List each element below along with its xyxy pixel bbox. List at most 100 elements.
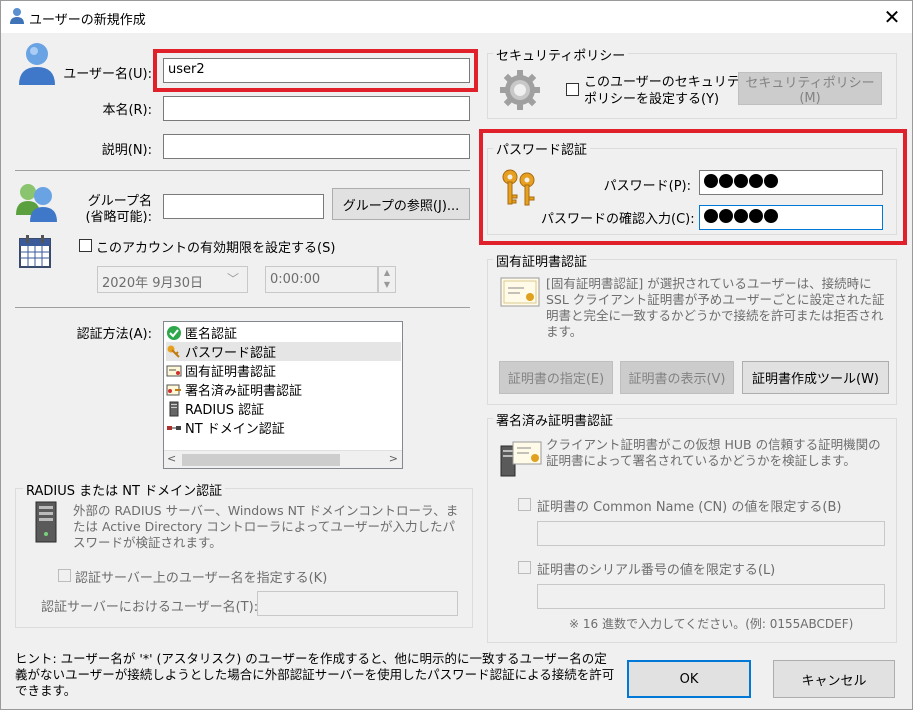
chevron-down-icon: ﹀ bbox=[226, 272, 239, 286]
new-user-dialog: ユーザーの新規作成 ✕ ユーザー名(U): user2 本名(R): 説明(N)… bbox=[0, 0, 913, 710]
certificate-icon bbox=[166, 363, 182, 379]
cn-input[interactable] bbox=[537, 521, 885, 546]
cn-checkbox-label: 証明書の Common Name (CN) の値を限定する(B) bbox=[537, 500, 842, 515]
expire-date-picker[interactable]: 2020年 9月30日 ﹀ bbox=[97, 266, 248, 293]
auth-item-label: 固有証明書認証 bbox=[185, 365, 277, 380]
radius-username-input[interactable] bbox=[257, 591, 458, 616]
signed-certificate-icon bbox=[166, 382, 182, 398]
certificate-group-title: 固有証明書認証 bbox=[493, 251, 591, 270]
expire-checkbox-label: このアカウントの有効期限を設定する(S) bbox=[96, 241, 336, 256]
password-mask bbox=[704, 173, 779, 192]
realname-input[interactable] bbox=[163, 96, 470, 121]
user-icon bbox=[17, 41, 57, 87]
signed-certificate-icon bbox=[499, 438, 543, 478]
list-item[interactable]: 匿名認証 bbox=[166, 323, 401, 342]
group-browse-button[interactable]: グループの参照(J)... bbox=[332, 188, 470, 220]
view-certificate-button[interactable]: 証明書の表示(V) bbox=[620, 361, 734, 394]
security-policy-button[interactable]: セキュリティポリシー(M) bbox=[738, 72, 882, 106]
list-item[interactable]: RADIUS 認証 bbox=[166, 399, 401, 418]
server-icon bbox=[33, 501, 59, 543]
auth-method-label: 認証方法(A): bbox=[76, 327, 152, 342]
auth-item-label: パスワード認証 bbox=[185, 346, 277, 361]
gear-icon bbox=[498, 68, 542, 112]
radius-description: 外部の RADIUS サーバー、Windows NT ドメインコントローラ、また… bbox=[73, 503, 459, 550]
security-policy-checkbox-label: このユーザーのセキュリティ ポリシーを設定する(Y) bbox=[584, 74, 752, 108]
password-dot bbox=[704, 173, 718, 188]
password-dot bbox=[749, 173, 763, 188]
radius-username-checkbox-label: 認証サーバー上のユーザー名を指定する(K) bbox=[75, 571, 328, 586]
cancel-button[interactable]: キャンセル bbox=[773, 660, 895, 698]
network-domain-icon bbox=[166, 420, 182, 436]
password-dot bbox=[719, 173, 733, 188]
scroll-left-icon[interactable]: < bbox=[167, 452, 176, 465]
security-policy-checkbox[interactable] bbox=[566, 83, 579, 96]
group-label-optional: (省略可能): bbox=[85, 210, 152, 225]
window-title: ユーザーの新規作成 bbox=[29, 13, 146, 28]
confirm-password-label: パスワードの確認入力(C): bbox=[541, 212, 695, 227]
list-item[interactable]: 固有証明書認証 bbox=[166, 361, 401, 380]
radius-username-label: 認証サーバーにおけるユーザー名(T): bbox=[41, 600, 259, 615]
horizontal-scrollbar[interactable]: < > bbox=[164, 450, 402, 468]
spin-up-icon[interactable]: ▲ bbox=[379, 267, 395, 279]
expire-time-input[interactable]: 0:00:00 bbox=[265, 266, 378, 293]
username-label: ユーザー名(U): bbox=[63, 67, 152, 82]
user-app-icon bbox=[9, 7, 25, 25]
key-icon bbox=[166, 344, 182, 360]
password-input[interactable] bbox=[699, 170, 883, 195]
password-dot bbox=[719, 208, 733, 223]
server-icon bbox=[166, 401, 182, 417]
serial-input[interactable] bbox=[537, 584, 885, 609]
check-circle-icon bbox=[166, 325, 182, 341]
password-dot bbox=[734, 173, 748, 188]
spin-down-icon[interactable]: ▼ bbox=[379, 279, 395, 291]
serial-checkbox-label: 証明書のシリアル番号の値を限定する(L) bbox=[537, 563, 776, 578]
certificate-tool-button[interactable]: 証明書作成ツール(W) bbox=[742, 361, 889, 394]
radius-username-checkbox[interactable] bbox=[58, 569, 71, 582]
auth-item-label: NT ドメイン認証 bbox=[185, 422, 285, 437]
note-input[interactable] bbox=[163, 134, 470, 159]
divider bbox=[15, 170, 470, 171]
signed-certificate-description: クライアント証明書がこの仮想 HUB の信頼する証明機関の証明書によって署名され… bbox=[546, 437, 881, 468]
list-item[interactable]: 署名済み証明書認証 bbox=[166, 380, 401, 399]
password-group-title: パスワード認証 bbox=[493, 139, 591, 158]
radius-group-title: RADIUS または NT ドメイン認証 bbox=[23, 480, 226, 499]
auth-item-label: RADIUS 認証 bbox=[185, 403, 265, 418]
security-checkbox-line2: ポリシーを設定する(Y) bbox=[584, 92, 720, 107]
confirm-password-mask bbox=[704, 208, 779, 227]
calendar-icon bbox=[17, 233, 55, 269]
divider bbox=[15, 307, 470, 308]
specify-certificate-button[interactable]: 証明書の指定(E) bbox=[499, 361, 613, 394]
auth-item-label: 匿名認証 bbox=[185, 327, 238, 342]
password-dot bbox=[764, 208, 778, 223]
certificate-icon bbox=[500, 277, 540, 307]
security-checkbox-line1: このユーザーのセキュリティ bbox=[584, 75, 752, 90]
ok-button[interactable]: OK bbox=[627, 660, 751, 698]
note-label: 説明(N): bbox=[101, 143, 152, 158]
expire-date-value: 2020年 9月30日 bbox=[102, 276, 204, 291]
confirm-password-input[interactable] bbox=[699, 205, 883, 230]
username-input[interactable]: user2 bbox=[163, 58, 470, 83]
scrollbar-thumb[interactable] bbox=[182, 454, 340, 466]
signed-certificate-title: 署名済み証明書認証 bbox=[493, 410, 617, 429]
group-input[interactable] bbox=[163, 194, 324, 219]
group-icon bbox=[15, 181, 59, 223]
list-item[interactable]: NT ドメイン認証 bbox=[166, 418, 401, 437]
cn-checkbox[interactable] bbox=[518, 498, 531, 511]
auth-method-list[interactable]: 匿名認証 パスワード認証 固有証明書認証 署名済み証明書認証 RADIUS 認証… bbox=[163, 321, 403, 469]
list-item[interactable]: パスワード認証 bbox=[166, 342, 401, 361]
password-dot bbox=[704, 208, 718, 223]
auth-item-label: 署名済み証明書認証 bbox=[185, 384, 303, 399]
close-button[interactable]: ✕ bbox=[877, 3, 907, 31]
expire-checkbox[interactable] bbox=[79, 239, 92, 252]
keys-icon bbox=[500, 167, 540, 209]
time-spinner[interactable]: ▲ ▼ bbox=[378, 266, 396, 293]
realname-label: 本名(R): bbox=[102, 103, 152, 118]
password-dot bbox=[764, 173, 778, 188]
scroll-right-icon[interactable]: > bbox=[389, 452, 398, 465]
serial-checkbox[interactable] bbox=[518, 561, 531, 574]
certificate-description: [固有証明書認証] が選択されているユーザーは、接続時に SSL クライアント証… bbox=[546, 276, 885, 339]
password-dot bbox=[734, 208, 748, 223]
password-dot bbox=[749, 208, 763, 223]
hint-text: ヒント: ユーザー名が '*' (アスタリスク) のユーザーを作成すると、他に明… bbox=[15, 651, 615, 698]
security-policy-title: セキュリティポリシー bbox=[493, 45, 629, 64]
